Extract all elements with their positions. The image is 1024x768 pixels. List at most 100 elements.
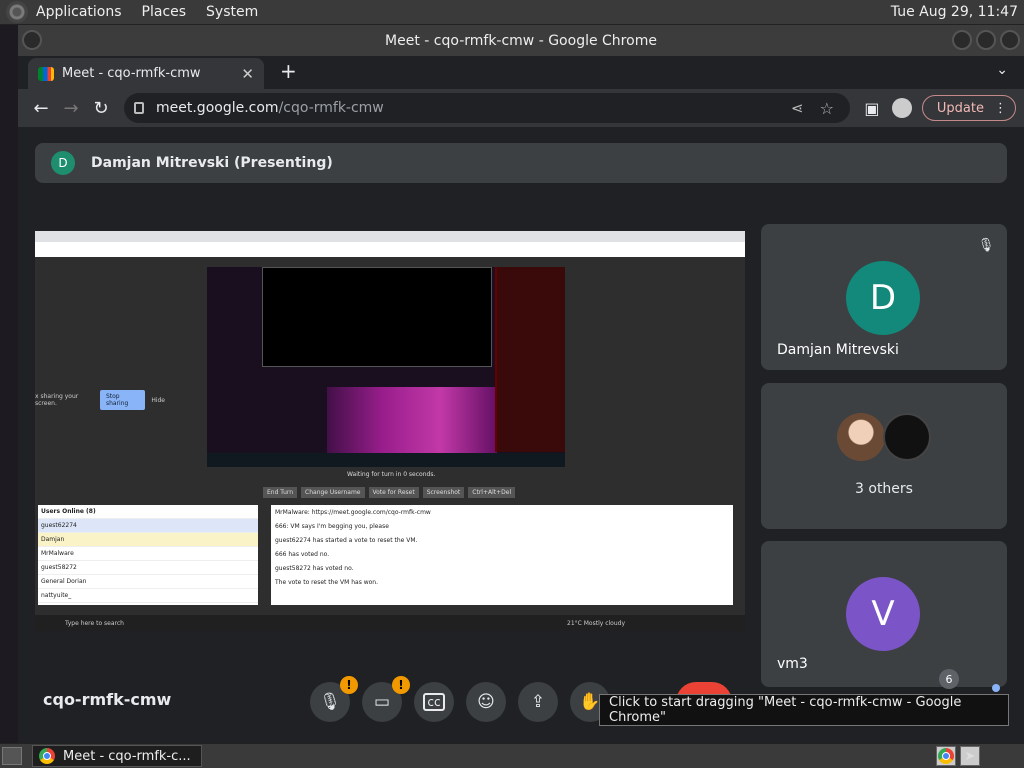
distro-logo-icon[interactable] <box>6 1 28 23</box>
lock-icon[interactable] <box>134 102 144 114</box>
maximize-icon[interactable] <box>976 30 996 50</box>
user-item: guest62274 <box>38 519 258 533</box>
tab-strip: Meet - cqo-rmfk-cmw ✕ + ⌄ <box>18 56 1024 89</box>
vm-screen <box>207 267 565 467</box>
chrome-icon <box>39 748 55 764</box>
bookmark-star-icon[interactable]: ☆ <box>820 99 834 118</box>
chrome-icon <box>938 748 954 764</box>
vm-taskbar <box>207 453 565 467</box>
minimize-icon[interactable] <box>952 30 972 50</box>
camera-warning-badge: ! <box>392 676 410 694</box>
mic-warning-badge: ! <box>340 676 358 694</box>
mic-button[interactable]: 🎙︎ ! <box>310 676 358 722</box>
shared-search-box: Type here to search <box>65 619 124 627</box>
presenting-bar: D Damjan Mitrevski (Presenting) <box>35 143 1007 183</box>
participant-tile-others[interactable]: 3 others <box>761 383 1007 529</box>
close-tab-icon[interactable]: ✕ <box>241 65 254 83</box>
users-online-list: Users Online (8) guest62274 Damjan MrMal… <box>38 505 258 605</box>
tab-title: Meet - cqo-rmfk-cmw <box>62 66 201 81</box>
shared-screen[interactable]: x sharing your screen. Stop sharing Hide… <box>35 231 745 631</box>
side-panel-icon[interactable]: ▣ <box>858 99 886 118</box>
shared-windows-taskbar: Type here to search 21°C Mostly cloudy <box>35 615 745 631</box>
user-item: MrMalware <box>38 547 258 561</box>
participant-tile-vm3[interactable]: V vm3 <box>761 541 1007 687</box>
screenshot-button: Screenshot <box>422 487 465 498</box>
profile-avatar-icon[interactable] <box>891 98 912 118</box>
places-menu[interactable]: Places <box>142 4 187 20</box>
participant-avatar: D <box>846 261 920 335</box>
address-bar[interactable]: meet.google.com /cqo-rmfk-cmw ⋖ ☆ <box>124 93 850 123</box>
tray-cursor-icon[interactable]: ➤ <box>960 746 980 766</box>
tray-chrome-icon[interactable] <box>936 746 956 766</box>
show-desktop-icon[interactable] <box>2 747 22 765</box>
chrome-menu-icon[interactable]: ⋮ <box>994 101 1007 116</box>
panel-clock[interactable]: Tue Aug 29, 11:47 <box>891 4 1018 20</box>
url-path: /cqo-rmfk-cmw <box>278 100 384 116</box>
present-icon: ⇪ <box>530 692 546 712</box>
top-panel: Applications Places System Tue Aug 29, 1… <box>0 0 1024 25</box>
hide-link: Hide <box>151 396 165 404</box>
shared-tab-strip <box>35 231 745 242</box>
camera-button[interactable]: ▭ ! <box>362 676 410 722</box>
chat-line: The vote to reset the VM has won. <box>275 579 379 586</box>
user-item: General Dorian <box>38 575 258 589</box>
tab-meet[interactable]: Meet - cqo-rmfk-cmw ✕ <box>28 58 264 89</box>
meeting-code: cqo-rmfk-cmw <box>43 690 172 709</box>
emoji-icon: ☺ <box>477 692 495 712</box>
reactions-button[interactable]: ☺ <box>466 682 506 722</box>
tab-search-chevron-icon[interactable]: ⌄ <box>996 62 1008 78</box>
user-item: Damjan <box>38 533 258 547</box>
participant-count-badge: 6 <box>939 669 959 689</box>
presenting-label: Damjan Mitrevski (Presenting) <box>91 155 333 171</box>
vm-terminal <box>262 267 492 367</box>
close-window-icon[interactable] <box>1000 30 1020 50</box>
shared-address-bar <box>35 242 745 257</box>
window-titlebar[interactable]: Meet - cqo-rmfk-cmw - Google Chrome <box>18 25 1024 56</box>
url-host: meet.google.com <box>156 100 279 116</box>
window-menu-icon[interactable] <box>22 30 42 50</box>
chat-line: 666: VM says I'm begging you, please <box>275 523 389 530</box>
chat-log: MrMalware: https://meet.google.com/cqo-r… <box>271 505 733 605</box>
user-item: nattyuite_ <box>38 589 258 603</box>
captions-button[interactable]: cc <box>414 682 454 722</box>
participant-photo-avatar <box>837 413 885 461</box>
participant-tile-damjan[interactable]: 🎙︎ D Damjan Mitrevski <box>761 224 1007 370</box>
browser-toolbar: ← → ↻ meet.google.com /cqo-rmfk-cmw ⋖ ☆ … <box>18 89 1024 127</box>
present-button[interactable]: ⇪ <box>518 682 558 722</box>
window-title: Meet - cqo-rmfk-cmw - Google Chrome <box>385 32 657 49</box>
vm-controls: End Turn Change Username Vote for Reset … <box>263 487 516 498</box>
user-item: guest58272 <box>38 561 258 575</box>
system-tray: ➤ <box>936 746 980 766</box>
reload-icon[interactable]: ↻ <box>86 98 116 119</box>
system-menu[interactable]: System <box>206 4 258 20</box>
stop-sharing-button: Stop sharing <box>99 390 146 410</box>
change-username-button: Change Username <box>301 487 365 498</box>
back-icon[interactable]: ← <box>26 98 56 119</box>
update-label: Update <box>936 100 984 116</box>
meet-favicon-icon <box>38 66 54 81</box>
desktop-background <box>0 25 18 743</box>
drag-tooltip: Click to start dragging "Meet - cqo-rmfk… <box>599 694 1009 726</box>
taskbar-chrome-window[interactable]: Meet - cqo-rmfk-c... <box>32 745 202 767</box>
participant-name: Damjan Mitrevski <box>777 342 899 358</box>
forward-icon[interactable]: → <box>56 98 86 119</box>
vote-reset-button: Vote for Reset <box>368 487 419 498</box>
captions-icon: cc <box>423 693 445 711</box>
presenter-avatar: D <box>51 151 75 175</box>
new-tab-icon[interactable]: + <box>280 59 297 83</box>
chat-line: 666 has voted no. <box>275 551 330 558</box>
update-button[interactable]: Update ⋮ <box>921 95 1016 121</box>
sharing-banner: x sharing your screen. Stop sharing Hide <box>35 390 165 410</box>
turn-wait-text: Waiting for turn in 0 seconds. <box>347 471 436 478</box>
participant-avatar: V <box>846 577 920 651</box>
users-header: Users Online (8) <box>38 505 258 519</box>
camera-icon: ▭ <box>373 692 391 712</box>
hand-icon: ✋ <box>579 692 601 712</box>
chat-line: MrMalware: https://meet.google.com/cqo-r… <box>275 509 431 516</box>
share-icon[interactable]: ⋖ <box>791 99 804 117</box>
shared-page-body: x sharing your screen. Stop sharing Hide… <box>35 257 745 617</box>
ctrl-alt-del-button: Ctrl+Alt+Del <box>468 487 516 498</box>
others-label: 3 others <box>855 481 913 497</box>
chat-line: guest58272 has voted no. <box>275 565 354 572</box>
applications-menu[interactable]: Applications <box>36 4 122 20</box>
